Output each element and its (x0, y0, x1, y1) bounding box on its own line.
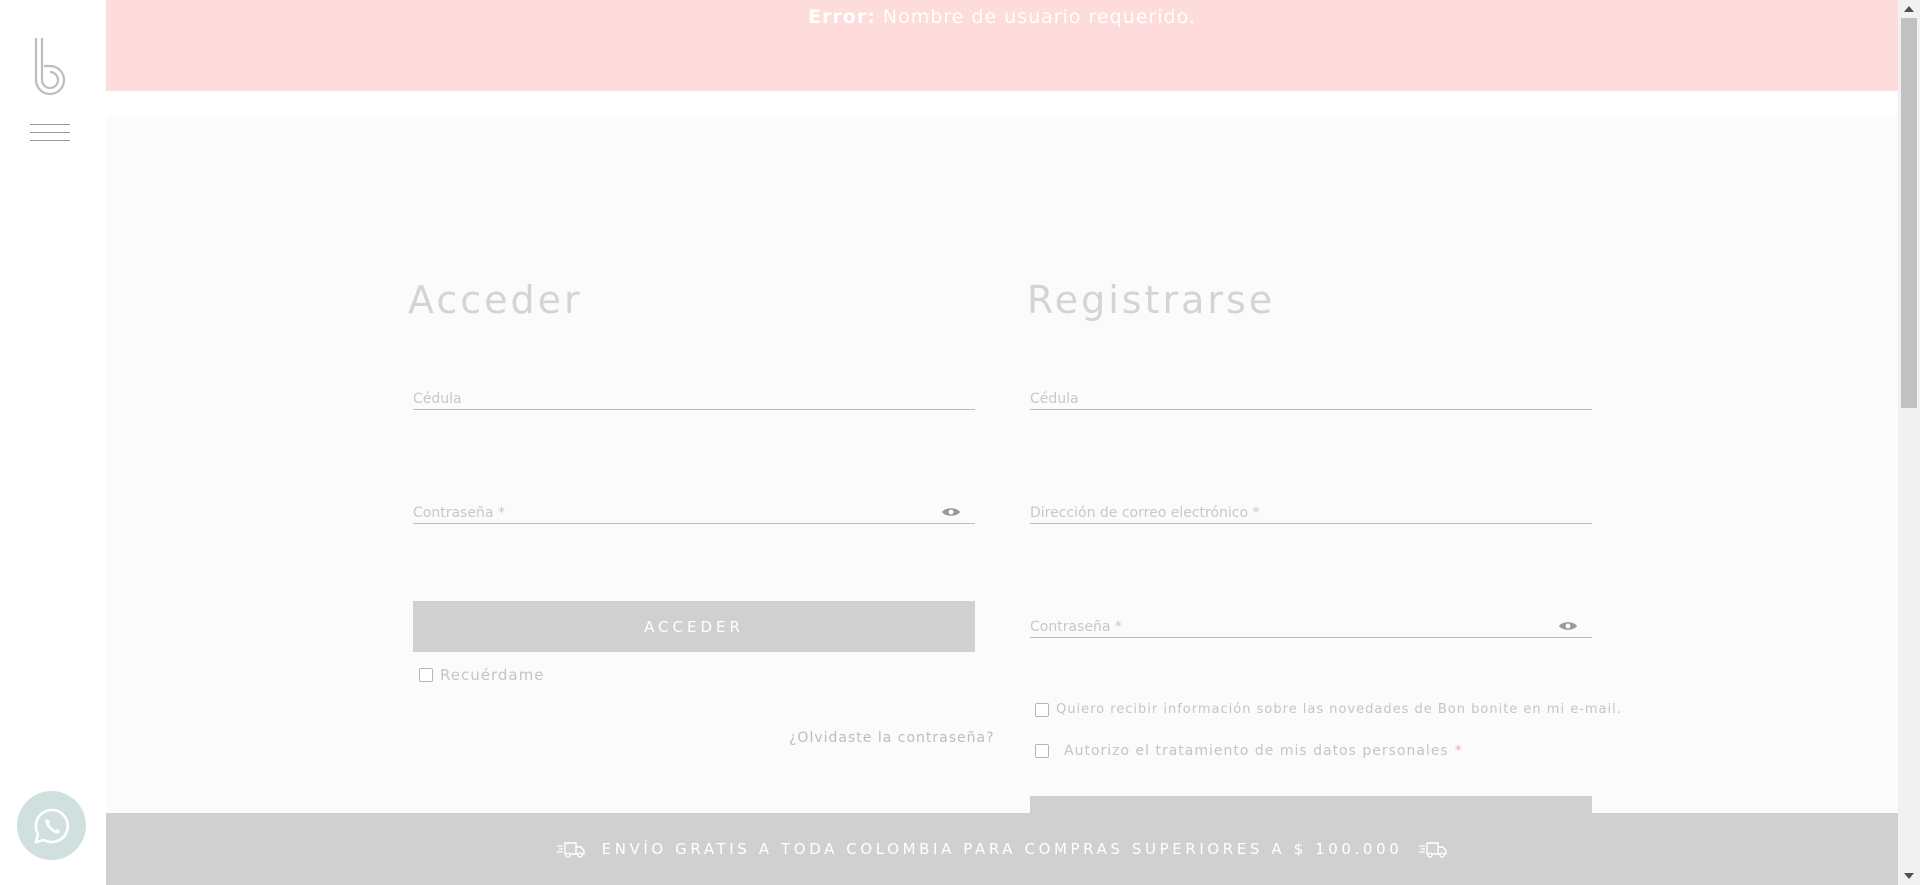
truck-icon (556, 842, 585, 858)
newsletter-row: Quiero recibir información sobre las nov… (1035, 702, 1622, 717)
shipping-banner: ENVÍO GRATIS A TODA COLOMBIA PARA COMPRA… (106, 813, 1898, 885)
bon-bonite-logo[interactable] (30, 36, 72, 96)
sidebar (0, 0, 106, 885)
newsletter-label: Quiero recibir información sobre las nov… (1056, 702, 1622, 717)
login-submit-button[interactable]: ACCEDER (413, 601, 975, 652)
register-email-field (1030, 490, 1592, 524)
register-heading: Registrarse (1027, 278, 1276, 322)
error-message: Error: Nombre de usuario requerido. (106, 6, 1898, 28)
login-id-input[interactable] (413, 376, 975, 409)
forgot-password-link[interactable]: ¿Olvidaste la contraseña? (789, 730, 995, 746)
account-forms: Acceder ACCEDER Recuérdame ¿Olvidaste la… (106, 116, 1898, 816)
privacy-checkbox[interactable] (1035, 744, 1049, 758)
whatsapp-icon (33, 808, 69, 844)
login-password-input[interactable] (413, 490, 975, 523)
remember-me-checkbox[interactable] (419, 668, 433, 682)
privacy-row: Autorizo el tratamiento de mis datos per… (1035, 743, 1463, 759)
page-scrollbar[interactable] (1898, 0, 1920, 885)
remember-me-label: Recuérdame (440, 666, 545, 684)
newsletter-checkbox[interactable] (1035, 702, 1049, 717)
whatsapp-button[interactable] (17, 791, 86, 860)
main-area: Error: Nombre de usuario requerido. Acce… (106, 0, 1898, 885)
register-id-field (1030, 376, 1592, 410)
scroll-thumb[interactable] (1901, 18, 1917, 408)
remember-me-row: Recuérdame (419, 666, 544, 684)
register-email-input[interactable] (1030, 490, 1592, 523)
register-password-input[interactable] (1030, 604, 1592, 637)
register-id-input[interactable] (1030, 376, 1592, 409)
eye-icon[interactable] (941, 506, 961, 518)
login-heading: Acceder (408, 278, 583, 322)
required-mark: * (1454, 743, 1463, 759)
scroll-down-arrow-icon[interactable] (1904, 873, 1914, 879)
truck-icon (1419, 842, 1448, 858)
scroll-up-arrow-icon[interactable] (1904, 6, 1914, 12)
privacy-label: Autorizo el tratamiento de mis datos per… (1064, 743, 1449, 759)
eye-icon[interactable] (1558, 620, 1578, 632)
error-label: Error: (808, 6, 876, 28)
shipping-text: ENVÍO GRATIS A TODA COLOMBIA PARA COMPRA… (601, 840, 1403, 858)
register-password-field (1030, 604, 1592, 638)
login-id-field (413, 376, 975, 410)
hamburger-menu-icon[interactable] (30, 124, 70, 142)
error-text: Nombre de usuario requerido. (882, 6, 1196, 28)
login-password-field (413, 490, 975, 524)
error-banner: Error: Nombre de usuario requerido. (106, 0, 1898, 91)
